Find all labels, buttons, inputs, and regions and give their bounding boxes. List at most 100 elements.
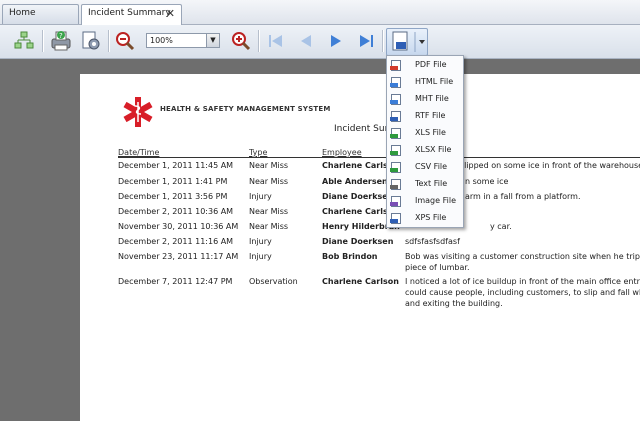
menu-item-xlsx[interactable]: XLSX File — [387, 142, 463, 159]
menu-item-label: MHT File — [415, 94, 449, 103]
menu-item-label: CSV File — [415, 162, 448, 171]
xlsx-file-icon — [390, 145, 401, 156]
page-setup-icon — [82, 31, 100, 50]
xls-file-icon — [390, 128, 401, 139]
print-button[interactable]: ? — [48, 28, 74, 54]
cell-description: arm in a fall from a platform. — [465, 192, 581, 201]
cell-date: December 1, 2011 3:56 PM — [118, 192, 228, 201]
cell-date: December 2, 2011 11:16 AM — [118, 237, 234, 246]
next-page-icon — [331, 35, 341, 47]
menu-item-label: XLS File — [415, 128, 446, 137]
cell-type: Near Miss — [249, 161, 289, 170]
cell-date: December 2, 2011 10:36 AM — [118, 207, 234, 216]
menu-item-label: XLSX File — [415, 145, 452, 154]
toolbar-separator — [108, 30, 110, 52]
menu-item-pdf[interactable]: PDF File — [387, 57, 463, 74]
menu-item-label: PDF File — [415, 60, 447, 69]
column-header-type: Type — [249, 148, 268, 157]
last-page-button[interactable] — [353, 28, 379, 54]
tab-incident-summary-label: Incident Summary — [88, 8, 171, 18]
cell-date: December 7, 2011 12:47 PM — [118, 277, 233, 286]
cell-description: n some ice — [465, 177, 509, 186]
pdf-file-icon — [390, 60, 401, 71]
menu-item-xps[interactable]: XPS File — [387, 210, 463, 227]
menu-item-label: Text File — [415, 179, 448, 188]
cell-employee: Charlene Carlso — [322, 207, 394, 216]
column-header-date: Date/Time — [118, 148, 160, 157]
cell-date: November 23, 2011 11:17 AM — [118, 252, 239, 261]
cell-type: Injury — [249, 237, 272, 246]
table-row: November 23, 2011 11:17 AM Injury Bob Br… — [80, 252, 640, 280]
cell-type: Near Miss — [249, 177, 289, 186]
text-file-icon — [390, 179, 401, 190]
tab-home-label: Home — [9, 8, 36, 18]
table-row: December 7, 2011 12:47 PM Observation Ch… — [80, 277, 640, 317]
zoom-out-button[interactable] — [112, 28, 138, 54]
cell-type: Near Miss — [249, 222, 289, 231]
header-rule — [118, 157, 640, 158]
export-button[interactable] — [386, 28, 428, 56]
zoom-in-button[interactable] — [228, 28, 254, 54]
menu-item-html[interactable]: HTML File — [387, 74, 463, 91]
table-row: November 30, 2011 10:36 AM Near Miss Hen… — [80, 222, 640, 236]
table-row: December 1, 2011 11:45 AM Near Miss Char… — [80, 161, 640, 175]
medical-star-logo-icon — [123, 97, 153, 127]
menu-item-label: Image File — [415, 196, 456, 205]
document-map-icon — [14, 31, 34, 49]
next-page-button[interactable] — [323, 28, 349, 54]
cell-date: November 30, 2011 10:36 AM — [118, 222, 239, 231]
menu-item-xls[interactable]: XLS File — [387, 125, 463, 142]
menu-item-csv[interactable]: CSV File — [387, 159, 463, 176]
toolbar: ? 100% ▼ — [0, 25, 640, 59]
cell-description-line2: piece of lumbar. — [405, 263, 470, 272]
cell-employee: Charlene Carlson — [322, 277, 399, 286]
menu-item-rtf[interactable]: RTF File — [387, 108, 463, 125]
close-icon[interactable]: ✕ — [166, 7, 175, 20]
mht-file-icon — [390, 94, 401, 105]
rtf-file-icon — [390, 111, 401, 122]
zoom-in-icon — [232, 32, 251, 51]
cell-description: I slipped on some ice in front of the wa… — [455, 161, 640, 170]
xps-file-icon — [390, 213, 401, 224]
menu-item-label: XPS File — [415, 213, 447, 222]
tab-home[interactable]: Home — [2, 4, 79, 24]
html-file-icon — [390, 77, 401, 88]
toolbar-separator — [382, 30, 384, 52]
export-menu: PDF File HTML File MHT File RTF File XLS… — [386, 55, 464, 228]
toolbar-separator — [258, 30, 260, 52]
cell-type: Injury — [249, 252, 272, 261]
document-map-button[interactable] — [11, 28, 37, 54]
first-page-button[interactable] — [263, 28, 289, 54]
report-page: HEALTH & SAFETY MANAGEMENT SYSTEM Incide… — [80, 74, 640, 421]
cell-date: December 1, 2011 1:41 PM — [118, 177, 228, 186]
system-title: HEALTH & SAFETY MANAGEMENT SYSTEM — [160, 105, 331, 113]
zoom-out-icon — [116, 32, 135, 51]
cell-employee: Bob Brindon — [322, 252, 378, 261]
zoom-value: 100% — [150, 36, 173, 45]
tab-bar: Home Incident Summary ✕ — [0, 0, 640, 25]
table-row: December 1, 2011 3:56 PM Injury Diane Do… — [80, 192, 640, 206]
column-header-employee: Employee — [322, 148, 362, 157]
chevron-down-icon[interactable]: ▼ — [206, 34, 219, 47]
svg-text:?: ? — [59, 32, 63, 40]
last-page-icon — [360, 35, 373, 47]
cell-employee: Able Andersen — [322, 177, 388, 186]
tab-incident-summary[interactable]: Incident Summary ✕ — [81, 4, 182, 25]
cell-description: Bob was visiting a customer construction… — [405, 252, 640, 261]
table-row: December 1, 2011 1:41 PM Near Miss Able … — [80, 177, 640, 191]
cell-type: Injury — [249, 192, 272, 201]
menu-item-image[interactable]: Image File — [387, 193, 463, 210]
menu-item-text[interactable]: Text File — [387, 176, 463, 193]
previous-page-button[interactable] — [293, 28, 319, 54]
page-setup-button[interactable] — [78, 28, 104, 54]
menu-item-mht[interactable]: MHT File — [387, 91, 463, 108]
zoom-select[interactable]: 100% ▼ — [146, 33, 220, 48]
table-row: December 2, 2011 10:36 AM Near Miss Char… — [80, 207, 640, 221]
toolbar-separator — [42, 30, 44, 52]
cell-type: Observation — [249, 277, 298, 286]
cell-date: December 1, 2011 11:45 AM — [118, 161, 234, 170]
cell-type: Near Miss — [249, 207, 289, 216]
menu-item-label: RTF File — [415, 111, 446, 120]
cell-employee: Diane Doerksen — [322, 192, 394, 201]
previous-page-icon — [301, 35, 311, 47]
